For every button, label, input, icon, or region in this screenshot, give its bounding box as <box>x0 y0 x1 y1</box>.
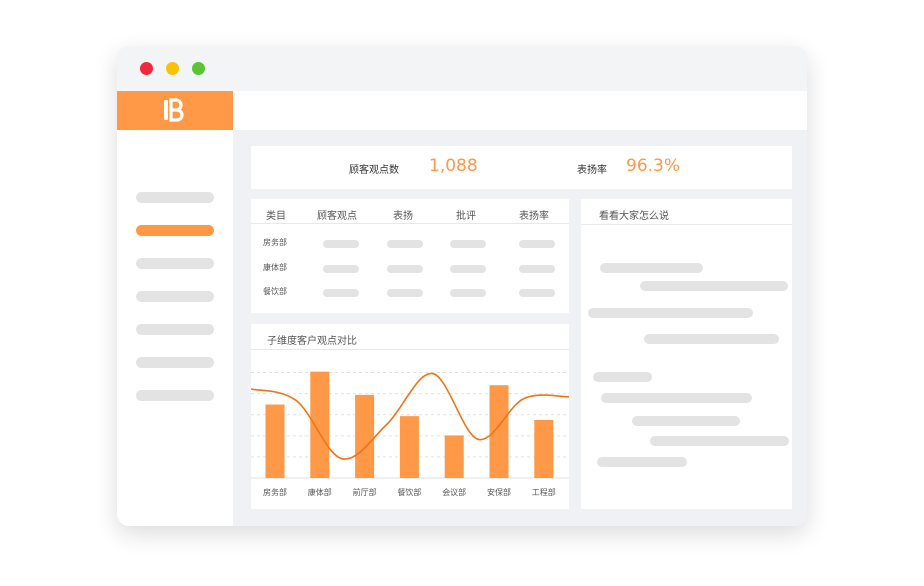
review-text-placeholder <box>597 457 687 467</box>
column-header-criticism: 批评 <box>456 211 476 222</box>
table-cell-placeholder <box>387 265 423 273</box>
chart-bar[interactable] <box>355 394 375 478</box>
row-label-housekeeping: 房务部 <box>263 238 287 247</box>
maximize-window-button[interactable] <box>192 62 205 75</box>
close-window-button[interactable] <box>140 62 153 75</box>
table-cell-placeholder <box>323 289 359 297</box>
table-cell-placeholder <box>387 289 423 297</box>
table-cell-placeholder <box>519 240 555 248</box>
sidebar-item-1[interactable] <box>136 192 214 203</box>
chart-bar[interactable] <box>265 404 285 478</box>
x-tick-label: 会议部 <box>442 487 466 497</box>
table-cell-placeholder <box>450 265 486 273</box>
chart-bar[interactable] <box>310 371 330 478</box>
x-tick-label: 安保部 <box>487 487 511 497</box>
brand-logo-icon <box>164 98 184 122</box>
sidebar <box>117 91 233 526</box>
review-text-placeholder <box>644 334 779 344</box>
sidebar-item-6[interactable] <box>136 357 214 368</box>
review-text-placeholder <box>601 393 752 403</box>
x-tick-label: 餐饮部 <box>397 487 421 497</box>
review-text-placeholder <box>650 436 789 446</box>
row-label-food-beverage: 餐饮部 <box>263 287 287 296</box>
table-cell-placeholder <box>519 289 555 297</box>
table-cell-placeholder <box>450 289 486 297</box>
sidebar-item-2-active[interactable] <box>136 225 214 236</box>
review-text-placeholder <box>632 416 740 426</box>
table-cell-placeholder <box>519 265 555 273</box>
minimize-window-button[interactable] <box>166 62 179 75</box>
praise-rate-value: 96.3% <box>626 156 681 176</box>
sidebar-item-3[interactable] <box>136 258 214 269</box>
x-tick-label: 康体部 <box>308 487 332 497</box>
table-cell-placeholder <box>387 240 423 248</box>
opinions-count-label: 顾客观点数 <box>349 165 399 176</box>
x-tick-label: 房务部 <box>263 487 287 497</box>
review-text-placeholder <box>640 281 788 291</box>
bar-line-chart: 房务部 康体部 前厅部 餐饮部 会议部 安保部 工程部 <box>251 371 569 497</box>
top-header-bar <box>233 91 807 130</box>
chart-bar[interactable] <box>534 420 554 478</box>
review-text-placeholder <box>600 263 703 273</box>
sidebar-item-4[interactable] <box>136 291 214 302</box>
column-header-praise-rate: 表扬率 <box>519 211 549 222</box>
table-cell-placeholder <box>323 240 359 248</box>
review-text-placeholder <box>588 308 753 318</box>
reviews-card: 看看大家怎么说 <box>581 199 792 509</box>
chart-bar[interactable] <box>399 416 419 478</box>
column-header-praise: 表扬 <box>393 211 413 222</box>
table-cell-placeholder <box>450 240 486 248</box>
review-text-placeholder <box>593 372 652 382</box>
reviews-header-divider <box>581 224 792 225</box>
sidebar-item-5[interactable] <box>136 324 214 335</box>
stats-card: 顾客观点数 1,088 表扬率 96.3% <box>251 146 792 189</box>
column-header-category: 类目 <box>266 211 286 222</box>
table-header-divider <box>251 223 569 224</box>
column-header-opinions: 顾客观点 <box>317 211 357 222</box>
brand-logo[interactable] <box>117 91 233 130</box>
praise-rate-label: 表扬率 <box>577 165 607 176</box>
opinions-count-value: 1,088 <box>429 156 478 176</box>
row-label-recreation: 康体部 <box>263 263 287 272</box>
x-tick-label: 工程部 <box>532 487 556 497</box>
table-cell-placeholder <box>323 265 359 273</box>
title-bar <box>117 46 807 91</box>
chart-bar[interactable] <box>489 385 509 478</box>
reviews-title: 看看大家怎么说 <box>599 211 669 222</box>
app-window: 顾客观点数 1,088 表扬率 96.3% 类目 顾客观点 表扬 批评 表扬率 … <box>117 46 807 526</box>
sidebar-item-7[interactable] <box>136 390 214 401</box>
x-tick-label: 前厅部 <box>353 487 377 497</box>
chart-bar[interactable] <box>444 435 464 478</box>
comparison-chart-card: 子维度客户观点对比 房务部 康体部 前厅部 餐饮部 会议部 安保部 工程部 <box>251 324 569 509</box>
department-table: 类目 顾客观点 表扬 批评 表扬率 房务部 康体部 餐饮部 <box>251 199 569 313</box>
